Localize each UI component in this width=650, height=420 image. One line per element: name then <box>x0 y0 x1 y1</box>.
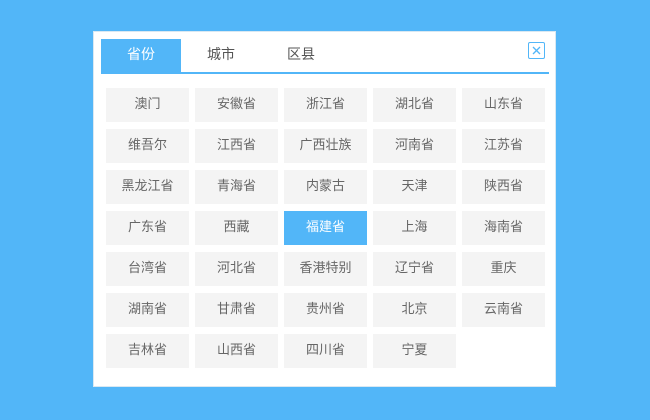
province-option[interactable]: 福建省 <box>284 211 367 245</box>
province-option[interactable]: 广西壮族 <box>284 129 367 163</box>
province-option[interactable]: 河南省 <box>373 129 456 163</box>
tab-province[interactable]: 省份 <box>101 39 181 72</box>
tab-city[interactable]: 城市 <box>181 39 261 72</box>
province-option[interactable]: 北京 <box>373 293 456 327</box>
province-option[interactable]: 重庆 <box>462 252 545 286</box>
province-option[interactable]: 云南省 <box>462 293 545 327</box>
tab-bar: 省份 城市 区县 <box>101 39 549 74</box>
province-option[interactable]: 甘肃省 <box>195 293 278 327</box>
province-option[interactable]: 香港特别 <box>284 252 367 286</box>
province-option[interactable]: 山西省 <box>195 334 278 368</box>
province-option[interactable]: 河北省 <box>195 252 278 286</box>
province-option[interactable]: 澳门 <box>106 88 189 122</box>
province-option[interactable]: 辽宁省 <box>373 252 456 286</box>
region-picker-panel: 省份 城市 区县 澳门 安徽省 浙江省 湖北省 山东省维吾尔 江西省 广西壮族 河南省 江苏省黑… <box>93 31 556 387</box>
province-option[interactable]: 吉林省 <box>106 334 189 368</box>
province-option[interactable]: 浙江省 <box>284 88 367 122</box>
province-option[interactable]: 山东省 <box>462 88 545 122</box>
province-option[interactable]: 内蒙古 <box>284 170 367 204</box>
province-option[interactable]: 台湾省 <box>106 252 189 286</box>
province-option[interactable]: 宁夏 <box>373 334 456 368</box>
province-option[interactable]: 陕西省 <box>462 170 545 204</box>
province-option[interactable]: 贵州省 <box>284 293 367 327</box>
province-option[interactable]: 湖北省 <box>373 88 456 122</box>
province-option[interactable]: 维吾尔 <box>106 129 189 163</box>
province-option[interactable]: 上海 <box>373 211 456 245</box>
province-option[interactable]: 黑龙江省 <box>106 170 189 204</box>
province-option[interactable]: 广东省 <box>106 211 189 245</box>
province-option[interactable]: 江苏省 <box>462 129 545 163</box>
province-option[interactable]: 天津 <box>373 170 456 204</box>
province-option[interactable]: 西藏 <box>195 211 278 245</box>
close-button[interactable] <box>528 42 545 59</box>
province-option[interactable]: 湖南省 <box>106 293 189 327</box>
province-option[interactable]: 四川省 <box>284 334 367 368</box>
close-icon <box>532 46 541 55</box>
province-option[interactable]: 安徽省 <box>195 88 278 122</box>
tab-district[interactable]: 区县 <box>261 39 341 72</box>
province-option[interactable]: 江西省 <box>195 129 278 163</box>
province-option[interactable]: 海南省 <box>462 211 545 245</box>
province-option[interactable]: 青海省 <box>195 170 278 204</box>
